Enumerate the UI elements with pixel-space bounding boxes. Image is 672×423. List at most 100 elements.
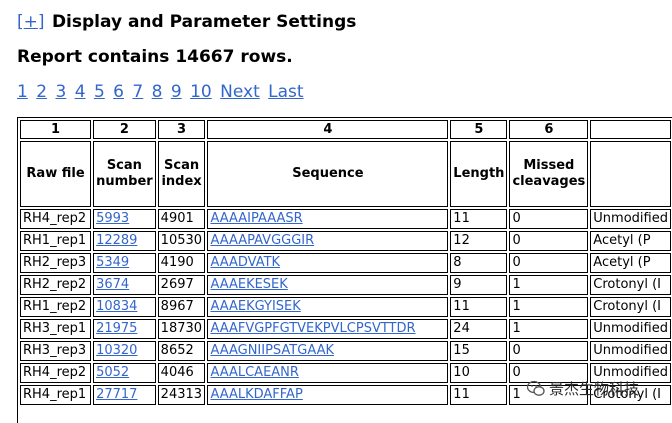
page-link-9[interactable]: 9 — [171, 82, 182, 102]
column-number — [590, 120, 671, 139]
scan-number-link[interactable]: 10320 — [96, 343, 137, 358]
sequence-cell: AAAAPAVGGGIR — [207, 231, 449, 251]
page-link-4[interactable]: 4 — [75, 82, 86, 102]
modifications-cell: Crotonyl (I — [590, 297, 671, 317]
sequence-link[interactable]: AAAAIPAAASR — [210, 211, 302, 226]
scan-index-cell: 4190 — [157, 253, 206, 273]
scan-index-cell: 8652 — [157, 341, 206, 361]
length-cell: 24 — [450, 319, 508, 339]
page-link-5[interactable]: 5 — [94, 82, 105, 102]
page-link-2[interactable]: 2 — [36, 82, 47, 102]
pagination: 1 2 3 4 5 6 7 8 9 10 Next Last — [17, 81, 307, 103]
page-link-10[interactable]: 10 — [190, 82, 212, 102]
table-row: RH4_rep2 5993 4901 AAAAIPAAASR 11 0 Unmo… — [20, 209, 671, 229]
scan-index-cell: 8967 — [157, 297, 206, 317]
sequence-link[interactable]: AAAAPAVGGGIR — [210, 233, 314, 248]
next-page-link[interactable]: Next — [220, 82, 260, 102]
modifications-cell: Crotonyl (I — [590, 275, 671, 295]
raw-file-cell: RH1_rep1 — [20, 231, 92, 251]
header-scan-number: Scan number — [93, 141, 156, 207]
report-summary: Report contains 14667 rows. — [17, 47, 293, 67]
sequence-link[interactable]: AAADVATK — [210, 255, 280, 270]
settings-toggle: [+] Display and Parameter Settings — [17, 11, 356, 33]
settings-title: Display and Parameter Settings — [51, 12, 357, 32]
modifications-cell: Acetyl (P — [590, 231, 671, 251]
length-cell: 11 — [450, 209, 508, 229]
header-scan-index: Scan index — [157, 141, 206, 207]
scan-number-cell: 10320 — [93, 341, 156, 361]
length-cell: 15 — [450, 341, 508, 361]
last-page-link[interactable]: Last — [268, 82, 303, 102]
sequence-link[interactable]: AAALKDAFFAP — [210, 387, 302, 402]
scan-number-cell: 12289 — [93, 231, 156, 251]
table-row: RH3_rep1 21975 18730 AAAFVGPFGTVEKPVLCPS… — [20, 319, 671, 339]
missed-cleavages-cell: 0 — [509, 231, 589, 251]
raw-file-cell: RH3_rep1 — [20, 319, 92, 339]
column-number-row: 1 2 3 4 5 6 — [20, 120, 671, 139]
length-cell: 8 — [450, 253, 508, 273]
scan-number-cell: 10834 — [93, 297, 156, 317]
sequence-link[interactable]: AAAEKESEK — [210, 277, 287, 292]
column-number: 3 — [157, 120, 206, 139]
modifications-cell: Unmodified — [590, 209, 671, 229]
sequence-cell: AAADVATK — [207, 253, 449, 273]
sequence-cell: AAAEKGYISEK — [207, 297, 449, 317]
sequence-cell: AAALKDAFFAP — [207, 385, 449, 405]
column-header-row: Raw file Scan number Scan index Sequence… — [20, 141, 671, 207]
length-cell: 12 — [450, 231, 508, 251]
header-missed-cleavages: Missed cleavages — [509, 141, 589, 207]
page-link-3[interactable]: 3 — [55, 82, 66, 102]
sequence-link[interactable]: AAAEKGYISEK — [210, 299, 300, 314]
expand-settings-link[interactable]: [+] — [17, 12, 45, 32]
missed-cleavages-cell: 0 — [509, 253, 589, 273]
column-number: 6 — [509, 120, 589, 139]
sequence-cell: AAAAIPAAASR — [207, 209, 449, 229]
wechat-icon — [527, 380, 545, 396]
column-number: 4 — [207, 120, 449, 139]
page-link-1[interactable]: 1 — [17, 82, 28, 102]
column-number: 2 — [93, 120, 156, 139]
raw-file-cell: RH1_rep2 — [20, 297, 92, 317]
watermark-text: 景杰生物科技 — [549, 380, 640, 398]
length-cell: 11 — [450, 385, 508, 405]
page-link-7[interactable]: 7 — [132, 82, 143, 102]
scan-index-cell: 4901 — [157, 209, 206, 229]
raw-file-cell: RH4_rep2 — [20, 209, 92, 229]
scan-number-link[interactable]: 27717 — [96, 387, 137, 402]
header-modifications — [590, 141, 671, 207]
scan-index-cell: 2697 — [157, 275, 206, 295]
missed-cleavages-cell: 0 — [509, 341, 589, 361]
results-table: 1 2 3 4 5 6 Raw file Scan number Scan in… — [18, 118, 672, 407]
sequence-link[interactable]: AAALCAEANR — [210, 365, 298, 380]
scan-number-link[interactable]: 12289 — [96, 233, 137, 248]
page-link-6[interactable]: 6 — [113, 82, 124, 102]
scan-number-link[interactable]: 3674 — [96, 277, 129, 292]
sequence-cell: AAAFVGPFGTVEKPVLCPSVTTDR — [207, 319, 449, 339]
sequence-link[interactable]: AAAFVGPFGTVEKPVLCPSVTTDR — [210, 321, 415, 336]
sequence-link[interactable]: AAAGNIIPSATGAAK — [210, 343, 334, 358]
scan-number-link[interactable]: 5349 — [96, 255, 129, 270]
table-row: RH2_rep2 3674 2697 AAAEKESEK 9 1 Crotony… — [20, 275, 671, 295]
scan-number-link[interactable]: 10834 — [96, 299, 137, 314]
table-row: RH3_rep3 10320 8652 AAAGNIIPSATGAAK 15 0… — [20, 341, 671, 361]
scan-index-cell: 10530 — [157, 231, 206, 251]
missed-cleavages-cell: 1 — [509, 297, 589, 317]
header-length: Length — [450, 141, 508, 207]
raw-file-cell: RH3_rep3 — [20, 341, 92, 361]
length-cell: 9 — [450, 275, 508, 295]
scan-number-link[interactable]: 5993 — [96, 211, 129, 226]
raw-file-cell: RH2_rep3 — [20, 253, 92, 273]
modifications-cell: Acetyl (P — [590, 253, 671, 273]
table-row: RH1_rep1 12289 10530 AAAAPAVGGGIR 12 0 A… — [20, 231, 671, 251]
sequence-cell: AAALCAEANR — [207, 363, 449, 383]
scan-index-cell: 24313 — [157, 385, 206, 405]
sequence-cell: AAAGNIIPSATGAAK — [207, 341, 449, 361]
scan-number-cell: 27717 — [93, 385, 156, 405]
missed-cleavages-cell: 1 — [509, 275, 589, 295]
raw-file-cell: RH2_rep2 — [20, 275, 92, 295]
scan-index-cell: 4046 — [157, 363, 206, 383]
table-row: RH1_rep2 10834 8967 AAAEKGYISEK 11 1 Cro… — [20, 297, 671, 317]
scan-number-link[interactable]: 21975 — [96, 321, 137, 336]
page-link-8[interactable]: 8 — [152, 82, 163, 102]
scan-number-link[interactable]: 5052 — [96, 365, 129, 380]
